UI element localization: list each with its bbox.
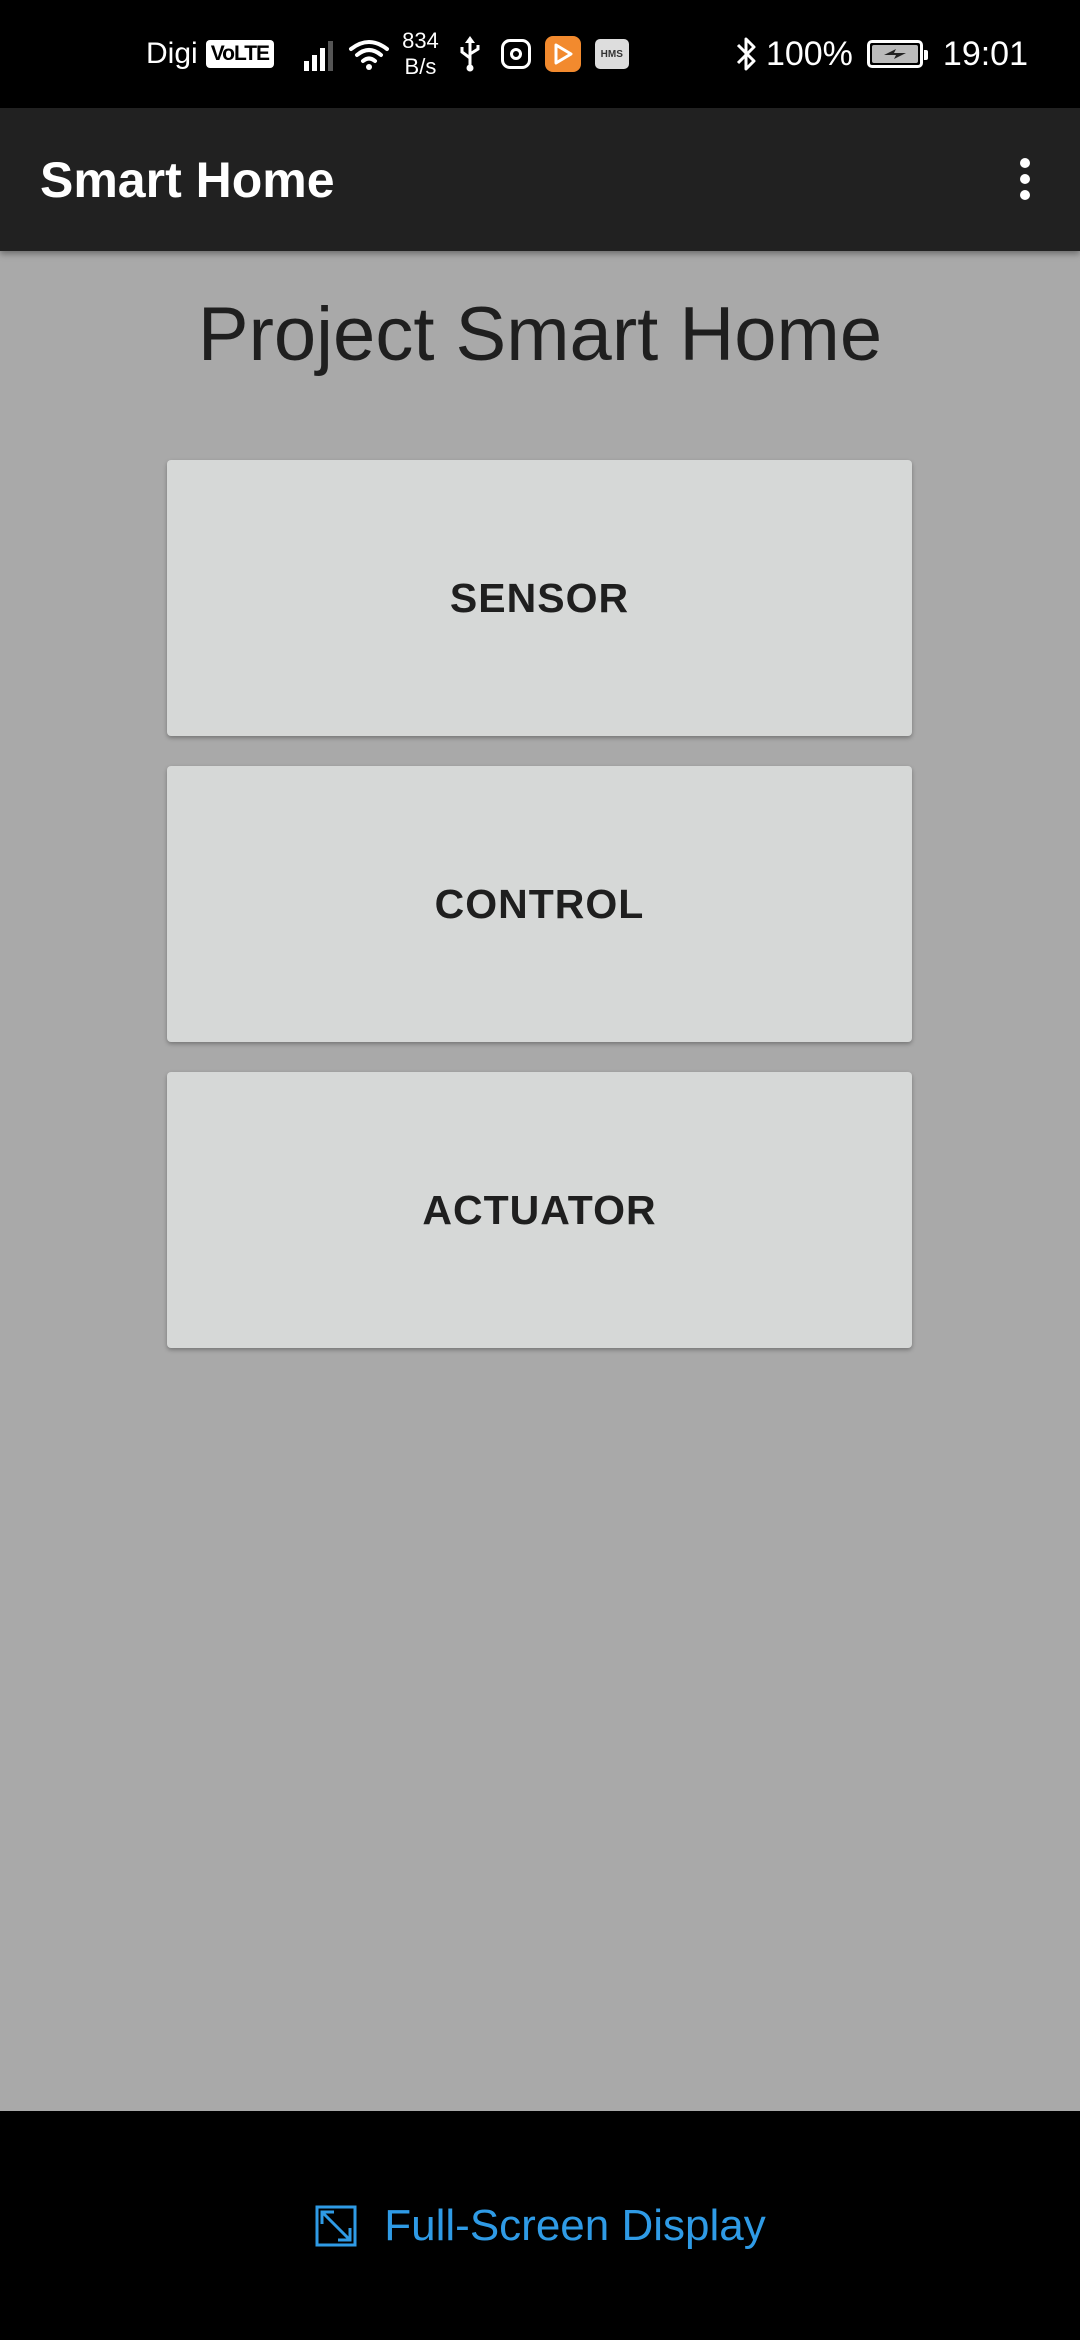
network-speed-value: 834 xyxy=(402,28,439,53)
actuator-button[interactable]: ACTUATOR xyxy=(167,1072,912,1348)
page-title: Project Smart Home xyxy=(197,292,883,377)
instagram-icon xyxy=(500,39,531,69)
fullscreen-display-button[interactable]: Full-Screen Display xyxy=(0,2111,1080,2340)
status-bar-right: 100% 19:01 xyxy=(734,0,1028,108)
fullscreen-display-label: Full-Screen Display xyxy=(384,2200,766,2250)
app-bar: Smart Home xyxy=(0,108,1080,251)
sensor-button[interactable]: SENSOR xyxy=(167,460,912,736)
clock: 19:01 xyxy=(942,34,1028,73)
screen: Digi VoLTE 834 B/s HMS 100% 19:01 Smart … xyxy=(0,0,1080,2340)
status-bar-left: Digi VoLTE 834 B/s HMS xyxy=(146,0,629,108)
battery-percent: 100% xyxy=(765,34,853,73)
network-speed: 834 B/s xyxy=(402,28,439,80)
hms-icon: HMS xyxy=(594,39,629,69)
expand-icon xyxy=(315,2205,357,2246)
control-button[interactable]: CONTROL xyxy=(167,766,912,1042)
play-app-icon xyxy=(544,36,581,72)
bottom-bar: Full-Screen Display xyxy=(0,2111,1080,2340)
status-bar: Digi VoLTE 834 B/s HMS 100% 19:01 xyxy=(0,0,1080,108)
carrier-label: Digi xyxy=(146,37,198,70)
signal-strength-icon xyxy=(304,37,336,71)
battery-charging-icon xyxy=(866,40,928,68)
app-title: Smart Home xyxy=(40,151,335,208)
usb-icon xyxy=(460,36,480,72)
network-speed-unit: B/s xyxy=(404,54,437,79)
main-content: Project Smart Home SENSOR CONTROL ACTUAT… xyxy=(0,251,1080,2111)
overflow-menu-icon[interactable] xyxy=(990,144,1060,214)
bluetooth-icon xyxy=(736,37,756,71)
wifi-icon xyxy=(349,40,390,70)
volte-badge: VoLTE xyxy=(205,40,275,68)
